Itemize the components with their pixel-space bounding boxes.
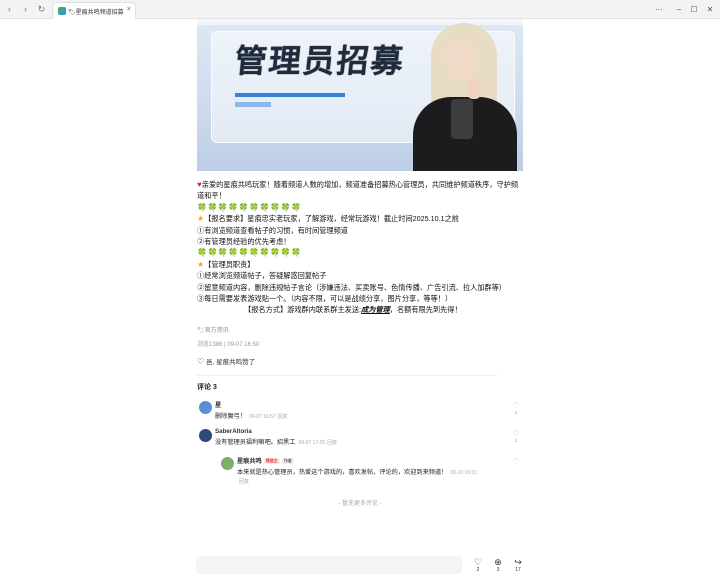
post-tag[interactable]: 🏷官方资讯 bbox=[197, 325, 523, 334]
author-badge: 作者 bbox=[281, 457, 294, 464]
reply-author: 星痕共鸣 频道主 作者 bbox=[237, 456, 523, 465]
minimize-icon[interactable]: – bbox=[673, 4, 685, 15]
tab-favicon-icon bbox=[58, 7, 66, 15]
comment-like-count: 1 bbox=[514, 437, 518, 443]
comments-title: 评论 3 bbox=[197, 383, 217, 391]
share-button[interactable]: ↪ 17 bbox=[510, 557, 526, 574]
character-hand bbox=[467, 79, 481, 99]
post-line: ②有管理员经验的优先考虑！ bbox=[197, 237, 291, 247]
banner-accent-line-short bbox=[235, 102, 271, 107]
post-line: 🍀🍀🍀🍀🍀🍀🍀🍀🍀🍀 bbox=[197, 248, 302, 258]
post-stats: 浏览1386 | 09-07 16:50 bbox=[197, 341, 260, 348]
reply-time: 09-10 16:01 bbox=[450, 469, 478, 476]
back-arrow-icon[interactable]: ‹ bbox=[4, 4, 15, 15]
browser-tab[interactable]: 🏷星痕共鸣频道招募... × bbox=[52, 2, 136, 19]
banner-title: 管理员招募 bbox=[232, 42, 407, 80]
forward-arrow-icon[interactable]: › bbox=[20, 4, 31, 15]
comment-author[interactable]: SaberAltoria bbox=[215, 428, 523, 435]
likers-line: ♡ 邑, 星痕共鸣赞了 bbox=[197, 356, 256, 366]
banner-character-figure bbox=[403, 19, 523, 171]
comment-input[interactable] bbox=[196, 556, 462, 574]
comment-time: 09-07 16:57 bbox=[248, 413, 276, 420]
reply-author-name[interactable]: 星痕共鸣 bbox=[237, 458, 262, 465]
tab-title: 🏷星痕共鸣频道招募... bbox=[68, 10, 124, 16]
comment-item: SaberAltoria 没有管理员福利嘛吧。招黑工 09-07 17:05 回复 … bbox=[197, 428, 523, 448]
comment-like-count: 1 bbox=[514, 409, 518, 415]
heart-outline-icon[interactable]: ♡ bbox=[197, 357, 204, 366]
character-shirt bbox=[451, 99, 473, 139]
tab-close-icon[interactable]: × bbox=[127, 6, 131, 13]
like-button[interactable]: ♡ 2 bbox=[470, 557, 486, 574]
heart-outline-icon: ♡ bbox=[473, 557, 483, 567]
comment-add-icon: ⊕ bbox=[494, 557, 502, 567]
no-more-comments: - 暂无更多评论 - bbox=[338, 500, 382, 507]
avatar[interactable] bbox=[199, 428, 212, 442]
comment-like-button[interactable]: ♡ 1 bbox=[511, 429, 521, 443]
comment-time: 09-07 17:05 bbox=[298, 439, 326, 446]
post-line: 🍀🍀🍀🍀🍀🍀🍀🍀🍀🍀 bbox=[197, 202, 302, 212]
post-line: ①有浏览频道查看帖子的习惯，有时间管理频道 bbox=[197, 225, 348, 235]
avatar[interactable] bbox=[199, 400, 212, 414]
more-menu-icon[interactable]: ⋯ bbox=[653, 4, 665, 15]
heart-outline-icon: ♡ bbox=[512, 456, 520, 466]
owner-badge: 频道主 bbox=[263, 457, 280, 464]
close-window-icon[interactable]: ✕ bbox=[704, 4, 716, 15]
like-count: 2 bbox=[476, 567, 480, 573]
comment-count: 3 bbox=[496, 567, 500, 573]
heart-outline-icon: ♡ bbox=[512, 400, 520, 410]
post-banner-image[interactable]: 管理员招募 bbox=[197, 19, 523, 171]
comment-item: 星 删除魔弓！ 09-07 16:57 回复 ♡ 1 bbox=[197, 400, 523, 420]
signup-link[interactable]: 成为管理 bbox=[361, 305, 390, 314]
reply-link[interactable]: 回复 bbox=[239, 478, 523, 485]
post-line: ★【报名要求】星痕忠实老玩家，了解游戏，经常玩游戏！截止时间2025.10.1之… bbox=[197, 214, 459, 224]
post-line: ①经常浏览频道帖子，答疑解惑回复帖子 bbox=[197, 271, 327, 281]
character-face bbox=[446, 41, 476, 79]
banner-accent-line bbox=[235, 93, 345, 97]
reload-icon[interactable]: ↻ bbox=[36, 4, 47, 15]
comment-author[interactable]: 星 bbox=[215, 400, 523, 409]
reply-text: 本来就是热心管理员，热爱这个游戏的，喜欢发帖，评论的，欢迎到来频道！ 09-10 … bbox=[237, 468, 478, 476]
post: 管理员招募 ♥亲爱的星痕共鸣玩家！随着频道人数的增加，频道准备招募热心管理员，共… bbox=[197, 19, 523, 507]
reply-like-button[interactable]: ♡ bbox=[511, 457, 521, 466]
comment-like-button[interactable]: ♡ 1 bbox=[511, 401, 521, 415]
sub-reply: 星痕共鸣 频道主 作者 本来就是热心管理员，热爱这个游戏的，喜欢发帖，评论的，欢迎到… bbox=[219, 456, 523, 486]
reply-link[interactable]: 回复 bbox=[278, 414, 288, 420]
post-line: ②留意频道内容，删除违规帖子言论（涉嫌违法、买卖账号、色情传播、广告引流、拉人加… bbox=[197, 282, 507, 292]
reply-link[interactable]: 回复 bbox=[327, 440, 337, 446]
heart-outline-icon: ♡ bbox=[512, 428, 520, 438]
signup-line: 【报名方式】游戏群内联系群主发送:成为管理，名额有限先到先得！ bbox=[244, 305, 462, 315]
browser-toolbar: ‹ › ↻ 🏷星痕共鸣频道招募... × ⋯ – ☐ ✕ bbox=[0, 0, 720, 19]
comment-button[interactable]: ⊕ 3 bbox=[490, 557, 506, 574]
maximize-icon[interactable]: ☐ bbox=[688, 4, 700, 15]
avatar[interactable] bbox=[221, 456, 234, 470]
post-line: ③每日需要发表游戏贴一个。（内容不限，可以是战绩分享，图片分享，等等！） bbox=[197, 294, 453, 304]
comment-text: 没有管理员福利嘛吧。招黑工 09-07 17:05 回复 bbox=[215, 438, 338, 446]
post-line: ♥亲爱的星痕共鸣玩家！随着频道人数的增加，频道准备招募热心管理员，共同维护频道秩… bbox=[197, 180, 519, 201]
share-count: 17 bbox=[515, 567, 521, 573]
divider bbox=[197, 374, 497, 376]
comment-text: 删除魔弓！ 09-07 16:57 回复 bbox=[215, 412, 288, 420]
share-icon: ↪ bbox=[514, 557, 522, 567]
post-body: ♥亲爱的星痕共鸣玩家！随着频道人数的增加，频道准备招募热心管理员，共同维护频道秩… bbox=[197, 179, 523, 316]
post-line: ★【管理员职责】 bbox=[197, 259, 255, 269]
